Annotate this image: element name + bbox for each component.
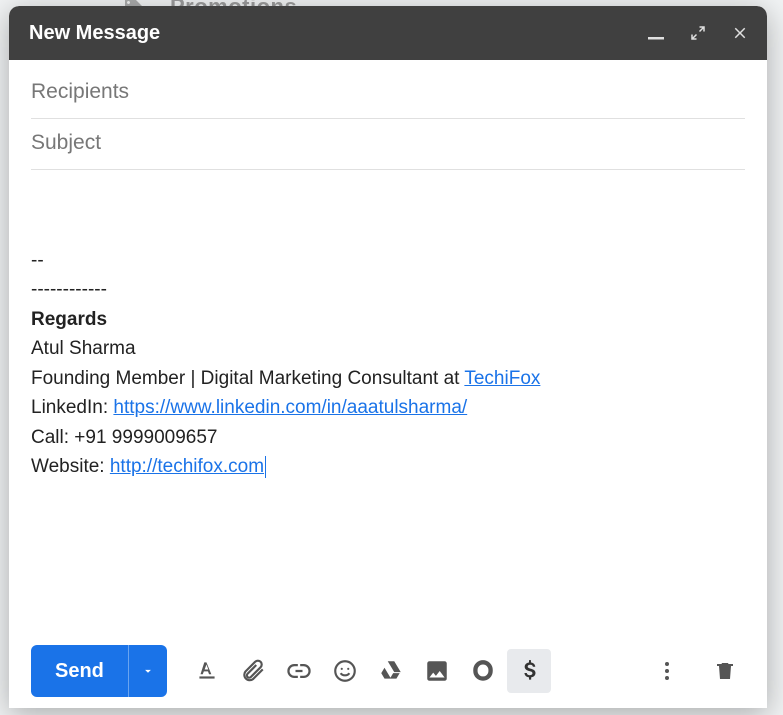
compose-window: New Message Recipients Subject -- ------… (9, 6, 767, 708)
signature-website: Website: http://techifox.com (31, 452, 745, 481)
signature-regards: Regards (31, 305, 745, 334)
signature-separator-2: ------------ (31, 275, 745, 304)
more-options-button[interactable] (645, 649, 689, 693)
formatting-button[interactable] (185, 649, 229, 693)
expand-icon[interactable] (689, 24, 707, 42)
recipients-field[interactable]: Recipients (31, 68, 745, 119)
attach-file-button[interactable] (231, 649, 275, 693)
signature-role: Founding Member | Digital Marketing Cons… (31, 364, 745, 393)
company-link[interactable]: TechiFox (464, 368, 540, 389)
message-body[interactable]: -- ------------ Regards Atul Sharma Foun… (9, 170, 767, 634)
website-link[interactable]: http://techifox.com (110, 456, 264, 477)
drive-button[interactable] (369, 649, 413, 693)
subject-placeholder: Subject (31, 131, 101, 154)
text-cursor (265, 456, 266, 478)
insert-image-button[interactable] (415, 649, 459, 693)
insert-link-button[interactable] (277, 649, 321, 693)
signature-linkedin: LinkedIn: https://www.linkedin.com/in/aa… (31, 393, 745, 422)
signature-separator-1: -- (31, 246, 745, 275)
compose-toolbar: Send (9, 634, 767, 708)
emoji-button[interactable] (323, 649, 367, 693)
subject-field[interactable]: Subject (31, 119, 745, 170)
recipients-placeholder: Recipients (31, 80, 129, 103)
signature-call: Call: +91 9999009657 (31, 423, 745, 452)
signature-name: Atul Sharma (31, 334, 745, 363)
titlebar: New Message (9, 6, 767, 60)
close-icon[interactable] (731, 24, 749, 42)
window-title: New Message (29, 22, 647, 45)
linkedin-link[interactable]: https://www.linkedin.com/in/aaatulsharma… (113, 397, 467, 418)
send-money-button[interactable] (507, 649, 551, 693)
send-options-button[interactable] (128, 645, 167, 697)
confidential-mode-button[interactable] (461, 649, 505, 693)
send-button[interactable]: Send (31, 645, 128, 697)
discard-draft-button[interactable] (703, 649, 747, 693)
minimize-icon[interactable] (647, 24, 665, 42)
